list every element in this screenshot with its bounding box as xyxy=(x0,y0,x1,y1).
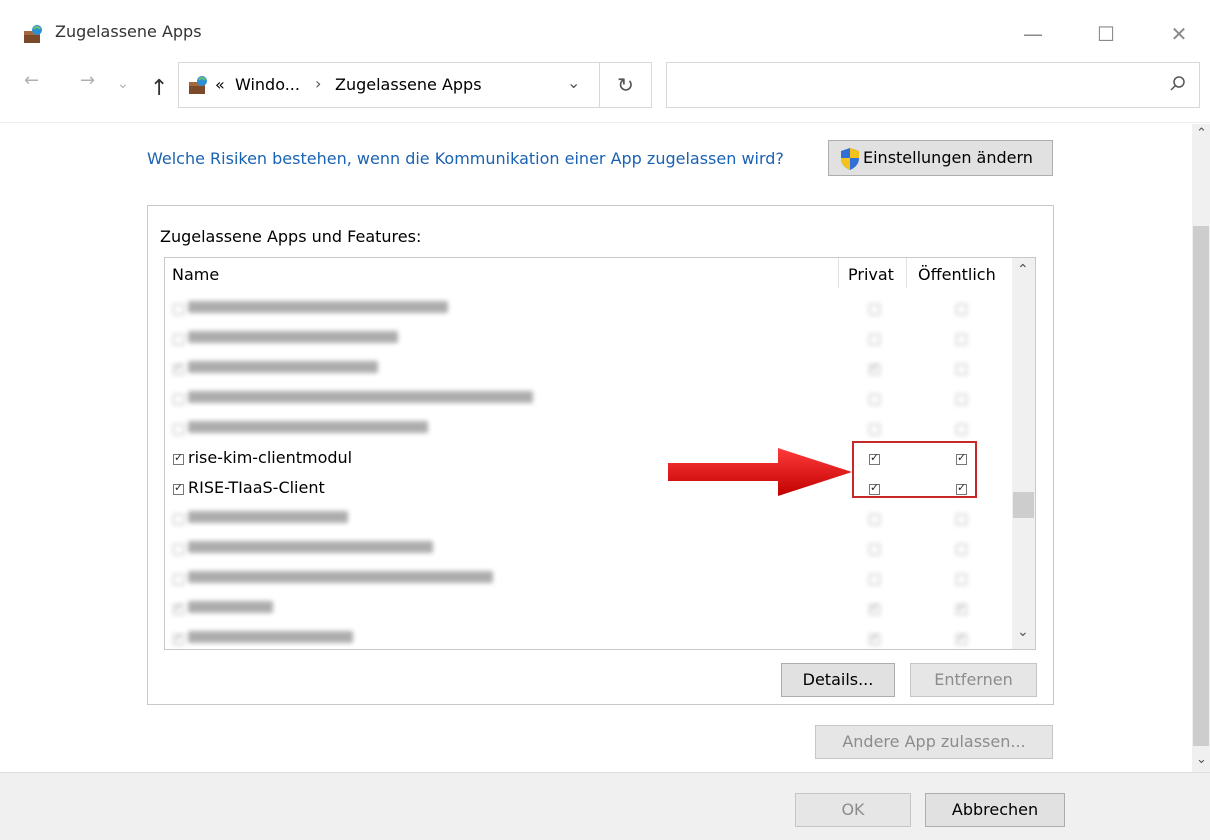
private-checkbox[interactable] xyxy=(869,631,880,645)
minimize-button[interactable]: — xyxy=(1010,14,1056,54)
change-settings-label: Einstellungen ändern xyxy=(863,148,1033,167)
app-checkbox[interactable] xyxy=(173,481,184,495)
main-scrollbar-thumb[interactable] xyxy=(1193,226,1209,746)
list-item[interactable] xyxy=(172,325,1002,355)
app-checkbox[interactable] xyxy=(173,451,184,465)
public-checkbox[interactable] xyxy=(956,364,967,375)
list-item[interactable] xyxy=(172,535,1002,565)
list-item[interactable] xyxy=(172,355,1002,385)
recent-locations-button[interactable]: ⌄ xyxy=(117,76,129,92)
allow-another-app-button[interactable]: Andere App zulassen... xyxy=(815,725,1053,759)
breadcrumb-separator[interactable]: › xyxy=(315,74,321,93)
app-checkbox[interactable] xyxy=(173,544,184,555)
breadcrumb-item-windows[interactable]: Windo... xyxy=(235,75,300,94)
private-checkbox[interactable] xyxy=(869,514,880,525)
redacted-app-name xyxy=(188,361,378,373)
public-checkbox[interactable] xyxy=(956,631,967,645)
refresh-button[interactable]: ↻ xyxy=(600,62,652,108)
app-checkbox[interactable] xyxy=(173,394,184,405)
breadcrumb-overflow[interactable]: « xyxy=(215,75,225,94)
change-settings-button[interactable]: Einstellungen ändern xyxy=(828,140,1053,176)
list-item[interactable] xyxy=(172,295,1002,325)
window-title: Zugelassene Apps xyxy=(55,22,202,41)
chevron-down-icon[interactable]: ⌄ xyxy=(1196,752,1207,767)
column-header-public[interactable]: Öffentlich xyxy=(918,265,996,284)
private-checkbox[interactable] xyxy=(869,334,880,345)
private-checkbox[interactable] xyxy=(869,544,880,555)
shield-uac-icon xyxy=(841,148,859,170)
firewall-app-icon xyxy=(24,25,42,43)
app-checkbox[interactable] xyxy=(173,601,184,615)
public-checkbox[interactable] xyxy=(956,574,967,585)
app-checkbox[interactable] xyxy=(173,631,184,645)
risk-info-link[interactable]: Welche Risiken bestehen, wenn die Kommun… xyxy=(147,148,787,170)
highlight-box xyxy=(852,441,977,498)
back-button[interactable]: ← xyxy=(24,70,39,91)
cancel-button[interactable]: Abbrechen xyxy=(925,793,1065,827)
app-name: rise-kim-clientmodul xyxy=(188,448,353,467)
breadcrumb-item-allowed-apps[interactable]: Zugelassene Apps xyxy=(335,75,482,94)
redacted-app-name xyxy=(188,301,448,313)
list-scrollbar[interactable] xyxy=(1012,258,1035,649)
public-checkbox[interactable] xyxy=(956,394,967,405)
remove-button[interactable]: Entfernen xyxy=(910,663,1037,697)
firewall-app-icon xyxy=(189,76,207,94)
private-checkbox[interactable] xyxy=(869,574,880,585)
details-button[interactable]: Details... xyxy=(781,663,895,697)
maximize-button[interactable]: ☐ xyxy=(1083,14,1129,54)
scrolled-text-fragment xyxy=(300,118,940,124)
redacted-app-name xyxy=(188,421,428,433)
public-checkbox[interactable] xyxy=(956,601,967,615)
list-scrollbar-thumb[interactable] xyxy=(1013,492,1034,518)
private-checkbox[interactable] xyxy=(869,424,880,435)
address-bar[interactable]: « Windo... › Zugelassene Apps ⌄ xyxy=(178,62,600,108)
list-item[interactable] xyxy=(172,385,1002,415)
column-header-private[interactable]: Privat xyxy=(848,265,894,284)
redacted-app-name xyxy=(188,601,273,613)
app-checkbox[interactable] xyxy=(173,514,184,525)
public-checkbox[interactable] xyxy=(956,544,967,555)
public-checkbox[interactable] xyxy=(956,424,967,435)
app-checkbox[interactable] xyxy=(173,574,184,585)
close-button[interactable]: ✕ xyxy=(1156,14,1202,54)
app-name: RISE-TIaaS-Client xyxy=(188,478,325,497)
app-checkbox[interactable] xyxy=(173,424,184,435)
private-checkbox[interactable] xyxy=(869,394,880,405)
public-checkbox[interactable] xyxy=(956,334,967,345)
list-item[interactable] xyxy=(172,505,1002,535)
app-checkbox[interactable] xyxy=(173,334,184,345)
private-checkbox[interactable] xyxy=(869,361,880,375)
private-checkbox[interactable] xyxy=(869,601,880,615)
private-checkbox[interactable] xyxy=(869,304,880,315)
list-item[interactable] xyxy=(172,565,1002,595)
column-divider xyxy=(906,258,907,288)
up-button[interactable]: ↑ xyxy=(150,76,168,101)
panel-title: Zugelassene Apps und Features: xyxy=(160,227,422,246)
redacted-app-name xyxy=(188,391,533,403)
list-item[interactable] xyxy=(172,595,1002,625)
column-divider xyxy=(838,258,839,288)
search-input[interactable] xyxy=(666,62,1200,108)
column-header-name[interactable]: Name xyxy=(172,265,219,284)
search-icon[interactable] xyxy=(1168,73,1188,95)
list-item[interactable] xyxy=(172,625,1002,655)
chevron-down-icon[interactable]: ⌄ xyxy=(1017,624,1029,640)
redacted-app-name xyxy=(188,511,348,523)
chevron-up-icon[interactable]: ⌃ xyxy=(1017,262,1029,278)
public-checkbox[interactable] xyxy=(956,304,967,315)
redacted-app-name xyxy=(188,331,398,343)
redacted-app-name xyxy=(188,541,433,553)
public-checkbox[interactable] xyxy=(956,514,967,525)
chevron-up-icon[interactable]: ⌃ xyxy=(1196,126,1207,141)
app-checkbox[interactable] xyxy=(173,361,184,375)
app-checkbox[interactable] xyxy=(173,304,184,315)
redacted-app-name xyxy=(188,571,493,583)
redacted-app-name xyxy=(188,631,353,643)
ok-button[interactable]: OK xyxy=(795,793,911,827)
red-arrow-icon xyxy=(668,448,852,496)
address-dropdown-button[interactable]: ⌄ xyxy=(567,73,580,92)
forward-button[interactable]: → xyxy=(80,70,95,91)
